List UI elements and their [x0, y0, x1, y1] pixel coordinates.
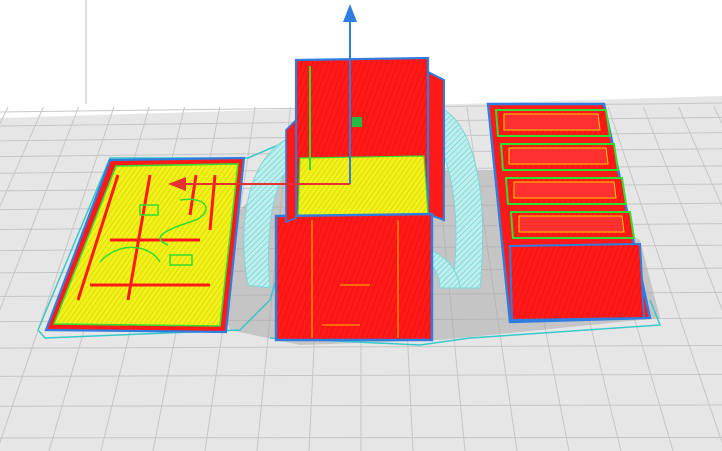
arrow-up-icon[interactable] — [343, 4, 357, 22]
square-handle-icon[interactable] — [352, 117, 362, 127]
tall-box-floor-infill — [297, 155, 429, 217]
tall-box-front — [274, 212, 434, 342]
drawer-front-face — [508, 242, 646, 322]
drawer-box-interior — [503, 113, 601, 131]
drawer-box-interior — [518, 215, 625, 233]
tall-box-left-wall — [285, 118, 297, 224]
drawer-box-interior — [513, 181, 617, 199]
drawer-box-interior — [508, 147, 609, 165]
tall-box[interactable] — [274, 56, 445, 342]
scene-canvas[interactable] — [0, 0, 722, 451]
3d-viewport[interactable] — [0, 0, 722, 451]
tall-box-side-wall — [427, 70, 445, 222]
